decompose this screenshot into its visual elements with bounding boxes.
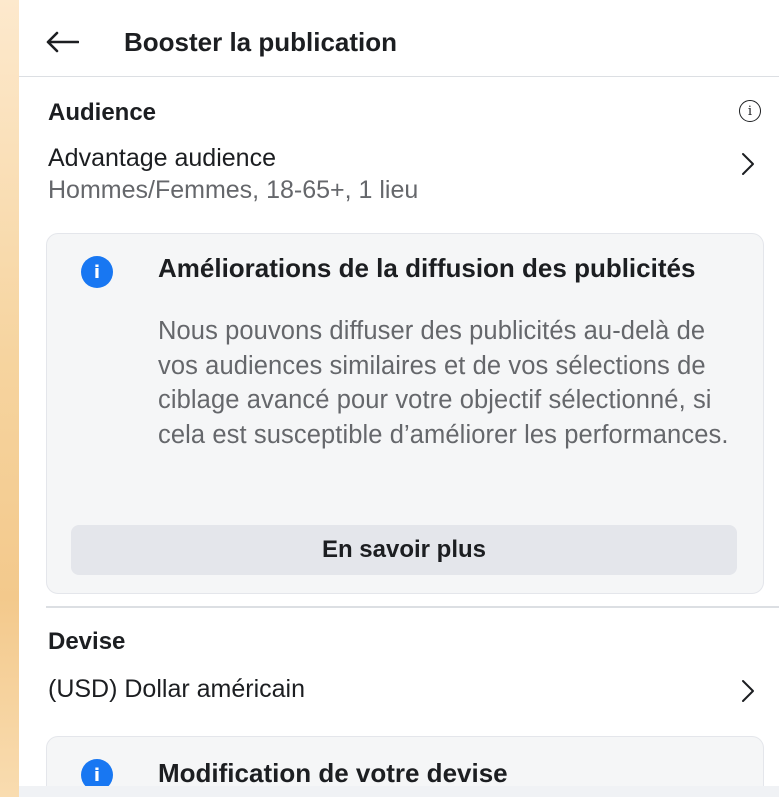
card-title: Améliorations de la diffusion des public… [158, 253, 696, 283]
arrow-left-icon [46, 31, 79, 53]
info-filled-icon: i [81, 256, 113, 288]
chevron-right-icon [742, 153, 754, 175]
advantage-audience-row[interactable]: Advantage audience Hommes/Femmes, 18-65+… [19, 138, 779, 210]
card-title: Modification de votre devise [158, 758, 508, 788]
currency-row[interactable]: (USD) Dollar américain [19, 668, 779, 712]
section-divider [46, 606, 779, 608]
top-app-bar: Booster la publication [19, 0, 779, 77]
learn-more-button[interactable]: En savoir plus [71, 525, 737, 575]
bottom-edge [19, 786, 779, 797]
currency-row-title: (USD) Dollar américain [48, 675, 305, 703]
audience-row-subtitle: Hommes/Femmes, 18-65+, 1 lieu [48, 176, 419, 204]
currency-heading: Devise [48, 628, 126, 655]
audience-heading: Audience [48, 99, 157, 126]
info-outline-icon[interactable]: i [739, 100, 761, 122]
card-body: Nous pouvons diffuser des publicités au-… [158, 317, 729, 449]
audience-row-title: Advantage audience [48, 144, 276, 172]
chevron-right-icon [742, 680, 754, 702]
back-button[interactable] [37, 22, 87, 62]
boost-post-screen: Booster la publication Audience i Advant… [19, 0, 779, 797]
left-edge-strip [0, 0, 19, 797]
page-title: Booster la publication [124, 27, 398, 57]
